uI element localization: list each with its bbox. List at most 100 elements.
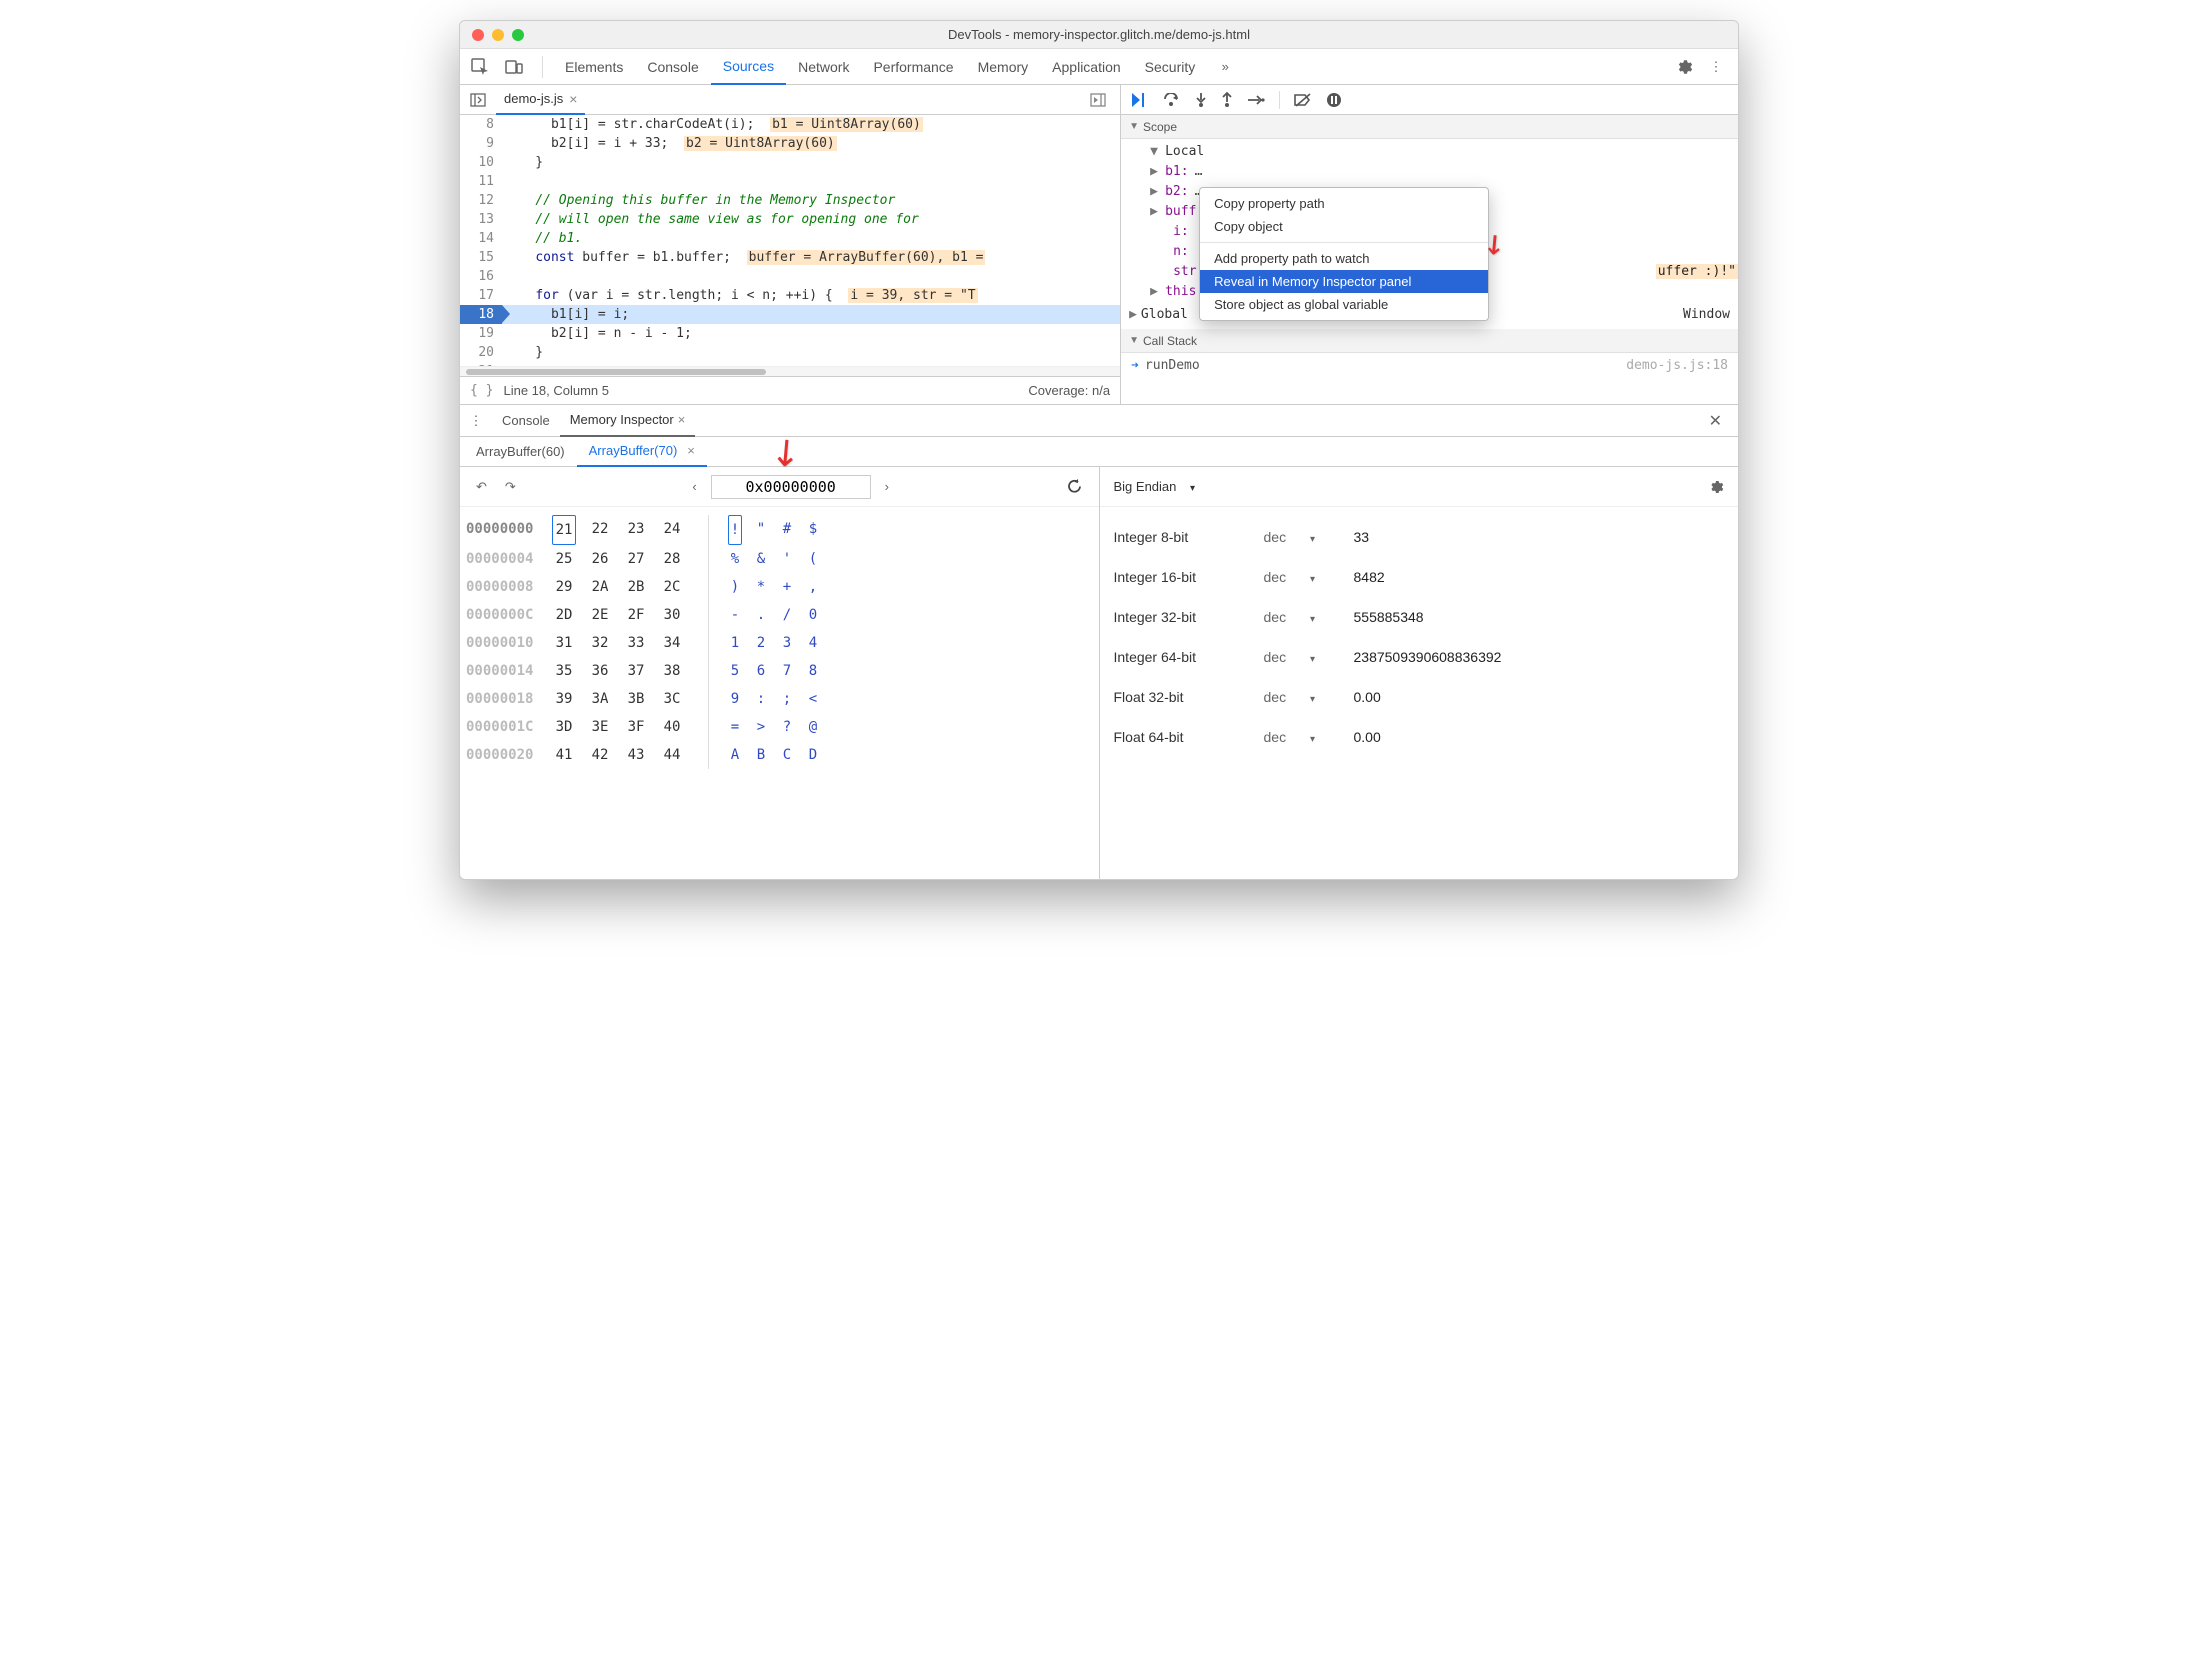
context-menu-item[interactable]: Add property path to watch bbox=[1200, 247, 1488, 270]
ascii-byte[interactable]: 8 bbox=[806, 657, 820, 685]
hex-byte[interactable]: 3C bbox=[660, 685, 684, 713]
ascii-byte[interactable]: : bbox=[754, 685, 768, 713]
more-tabs-button[interactable]: » bbox=[1211, 59, 1239, 74]
navigator-toggle-icon[interactable] bbox=[466, 88, 490, 112]
hex-grid[interactable]: 0000000021222324!"#$0000000425262728%&'(… bbox=[460, 507, 1099, 777]
ascii-byte[interactable]: 4 bbox=[806, 629, 820, 657]
hex-byte[interactable]: 31 bbox=[552, 629, 576, 657]
ascii-byte[interactable]: > bbox=[754, 713, 768, 741]
ascii-byte[interactable]: ; bbox=[780, 685, 794, 713]
panel-tab-sources[interactable]: Sources bbox=[711, 49, 786, 85]
ascii-byte[interactable]: 7 bbox=[780, 657, 794, 685]
hex-row[interactable]: 00000018393A3B3C9:;< bbox=[466, 685, 1093, 713]
value-format-select[interactable]: dec ▾ bbox=[1264, 569, 1334, 585]
hex-byte[interactable]: 2F bbox=[624, 601, 648, 629]
scrollbar-thumb[interactable] bbox=[466, 369, 766, 375]
scope-header[interactable]: ▼ Scope bbox=[1121, 115, 1738, 139]
hex-byte[interactable]: 21 bbox=[552, 515, 576, 545]
hex-byte[interactable]: 25 bbox=[552, 545, 576, 573]
hex-byte[interactable]: 3E bbox=[588, 713, 612, 741]
code-line[interactable]: 21 bbox=[460, 362, 1120, 366]
hex-row[interactable]: 00000014353637385678 bbox=[466, 657, 1093, 685]
ascii-byte[interactable]: ' bbox=[780, 545, 794, 573]
ascii-byte[interactable]: ? bbox=[780, 713, 794, 741]
panel-tab-security[interactable]: Security bbox=[1133, 49, 1208, 85]
drawer-kebab-icon[interactable]: ⋮ bbox=[466, 413, 486, 429]
code-line[interactable]: 15 const buffer = b1.buffer; buffer = Ar… bbox=[460, 248, 1120, 267]
ascii-byte[interactable]: @ bbox=[806, 713, 820, 741]
ascii-byte[interactable]: 0 bbox=[806, 601, 820, 629]
close-drawer-tab-icon[interactable]: × bbox=[678, 412, 686, 427]
hex-byte[interactable]: 33 bbox=[624, 629, 648, 657]
ascii-byte[interactable]: - bbox=[728, 601, 742, 629]
value-format-select[interactable]: dec ▾ bbox=[1264, 729, 1334, 745]
ascii-byte[interactable]: C bbox=[780, 741, 794, 769]
ascii-byte[interactable]: A bbox=[728, 741, 742, 769]
hex-byte[interactable]: 41 bbox=[552, 741, 576, 769]
context-menu-item[interactable]: Copy property path bbox=[1200, 192, 1488, 215]
prev-page-button[interactable]: ‹ bbox=[688, 477, 700, 496]
scope-var-b1[interactable]: ▶b1: … bbox=[1121, 161, 1738, 181]
ascii-byte[interactable]: D bbox=[806, 741, 820, 769]
hex-byte[interactable]: 3F bbox=[624, 713, 648, 741]
code-line[interactable]: 16 bbox=[460, 267, 1120, 286]
hex-byte[interactable]: 44 bbox=[660, 741, 684, 769]
hex-byte[interactable]: 30 bbox=[660, 601, 684, 629]
panel-tab-memory[interactable]: Memory bbox=[966, 49, 1041, 85]
hex-byte[interactable]: 26 bbox=[588, 545, 612, 573]
hex-byte[interactable]: 22 bbox=[588, 515, 612, 545]
file-tab-demo-js[interactable]: demo-js.js × bbox=[496, 85, 585, 115]
context-menu-item[interactable]: Reveal in Memory Inspector panel bbox=[1200, 270, 1488, 293]
code-editor[interactable]: 8 b1[i] = str.charCodeAt(i); b1 = Uint8A… bbox=[460, 115, 1120, 366]
arraybuffer-tab[interactable]: ArrayBuffer(60) bbox=[464, 437, 577, 467]
hex-byte[interactable]: 3B bbox=[624, 685, 648, 713]
hex-byte[interactable]: 42 bbox=[588, 741, 612, 769]
value-format-select[interactable]: dec ▾ bbox=[1264, 689, 1334, 705]
code-line[interactable]: 11 bbox=[460, 172, 1120, 191]
value-settings-gear-icon[interactable] bbox=[1708, 479, 1724, 495]
close-drawer-button[interactable]: ✕ bbox=[1699, 411, 1732, 431]
hex-byte[interactable]: 3A bbox=[588, 685, 612, 713]
ascii-byte[interactable]: 6 bbox=[754, 657, 768, 685]
ascii-byte[interactable]: * bbox=[754, 573, 768, 601]
hex-byte[interactable]: 43 bbox=[624, 741, 648, 769]
hex-row[interactable]: 0000000C2D2E2F30-./0 bbox=[466, 601, 1093, 629]
hex-row[interactable]: 0000000425262728%&'( bbox=[466, 545, 1093, 573]
ascii-byte[interactable]: < bbox=[806, 685, 820, 713]
hex-byte[interactable]: 32 bbox=[588, 629, 612, 657]
value-format-select[interactable]: dec ▾ bbox=[1264, 529, 1334, 545]
code-line[interactable]: 17 for (var i = str.length; i < n; ++i) … bbox=[460, 286, 1120, 305]
ascii-byte[interactable]: % bbox=[728, 545, 742, 573]
hex-row[interactable]: 00000008292A2B2C)*+, bbox=[466, 573, 1093, 601]
inspect-element-icon[interactable] bbox=[468, 55, 492, 79]
pretty-print-icon[interactable]: { } bbox=[470, 383, 493, 398]
code-line[interactable]: 18 b1[i] = i; bbox=[460, 305, 1120, 324]
panel-tab-application[interactable]: Application bbox=[1040, 49, 1133, 85]
snippets-run-icon[interactable] bbox=[1086, 88, 1110, 112]
ascii-byte[interactable]: ) bbox=[728, 573, 742, 601]
ascii-byte[interactable]: B bbox=[754, 741, 768, 769]
hex-row[interactable]: 0000000021222324!"#$ bbox=[466, 515, 1093, 545]
drawer-tab-memory-inspector[interactable]: Memory Inspector× bbox=[560, 405, 696, 437]
close-arraybuffer-tab-icon[interactable]: × bbox=[687, 443, 695, 458]
ascii-byte[interactable]: = bbox=[728, 713, 742, 741]
step-into-button[interactable] bbox=[1195, 92, 1207, 108]
code-line[interactable]: 19 b2[i] = n - i - 1; bbox=[460, 324, 1120, 343]
code-line[interactable]: 9 b2[i] = i + 33; b2 = Uint8Array(60) bbox=[460, 134, 1120, 153]
hex-byte[interactable]: 27 bbox=[624, 545, 648, 573]
code-line[interactable]: 20 } bbox=[460, 343, 1120, 362]
hex-byte[interactable]: 23 bbox=[624, 515, 648, 545]
ascii-byte[interactable]: " bbox=[754, 515, 768, 545]
redo-button[interactable]: ↷ bbox=[501, 477, 520, 497]
hex-byte[interactable]: 35 bbox=[552, 657, 576, 685]
hex-byte[interactable]: 36 bbox=[588, 657, 612, 685]
ascii-byte[interactable]: , bbox=[806, 573, 820, 601]
hex-byte[interactable]: 2B bbox=[624, 573, 648, 601]
device-toolbar-icon[interactable] bbox=[502, 55, 526, 79]
hex-byte[interactable]: 29 bbox=[552, 573, 576, 601]
ascii-byte[interactable]: + bbox=[780, 573, 794, 601]
drawer-tab-console[interactable]: Console bbox=[492, 405, 560, 437]
code-line[interactable]: 10 } bbox=[460, 153, 1120, 172]
address-input[interactable] bbox=[711, 475, 871, 499]
ascii-byte[interactable]: ( bbox=[806, 545, 820, 573]
